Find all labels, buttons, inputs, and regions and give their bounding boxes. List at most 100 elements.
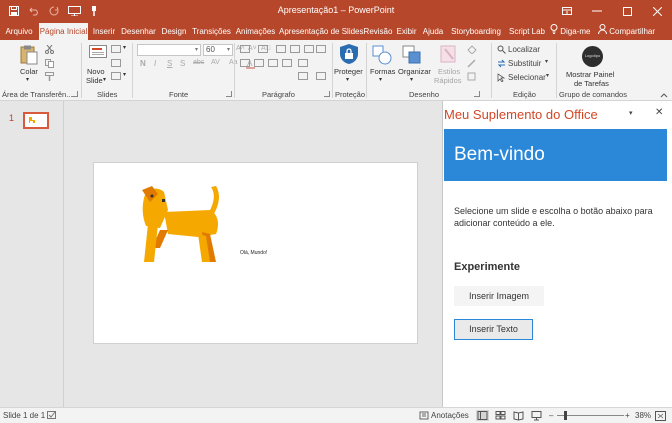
notes-button[interactable]: Anotações bbox=[431, 411, 469, 420]
clipboard-launcher-icon[interactable] bbox=[72, 91, 78, 97]
char-spacing-button[interactable]: AV bbox=[211, 59, 220, 66]
new-slide-dropdown-icon[interactable]: ▾ bbox=[103, 76, 106, 85]
replace-dropdown-icon[interactable]: ▾ bbox=[545, 58, 548, 65]
logo-icon[interactable]: Logotipo bbox=[582, 46, 603, 67]
new-slide-label-line1[interactable]: Novo bbox=[87, 67, 105, 76]
zoom-in-button[interactable]: + bbox=[625, 411, 630, 420]
accessibility-icon[interactable] bbox=[47, 411, 57, 422]
cut-icon[interactable] bbox=[45, 44, 54, 56]
new-slide-icon[interactable] bbox=[89, 45, 107, 63]
insert-image-button[interactable]: Inserir Imagem bbox=[454, 286, 544, 306]
paste-icon[interactable] bbox=[20, 45, 38, 67]
select-dropdown-icon[interactable]: ▾ bbox=[546, 72, 549, 79]
shapes-icon[interactable] bbox=[372, 45, 392, 67]
tab-storyboarding[interactable]: Storyboarding bbox=[448, 23, 504, 40]
align-text-icon[interactable] bbox=[298, 72, 308, 80]
find-label[interactable]: Localizar bbox=[508, 45, 540, 54]
tab-script-lab[interactable]: Script Lab bbox=[506, 23, 548, 40]
reading-view-icon[interactable] bbox=[512, 410, 525, 421]
collapse-ribbon-icon[interactable] bbox=[660, 91, 668, 100]
ribbon-display-icon[interactable] bbox=[552, 0, 582, 22]
zoom-level[interactable]: 38% bbox=[635, 411, 651, 420]
bold-button[interactable]: N bbox=[140, 59, 146, 68]
format-painter-icon[interactable] bbox=[45, 72, 54, 83]
fit-to-window-icon[interactable] bbox=[655, 411, 666, 423]
text-direction-icon[interactable] bbox=[298, 59, 308, 67]
insert-text-button[interactable]: Inserir Texto bbox=[454, 319, 533, 340]
font-size-combo[interactable]: 60 ▾ bbox=[203, 44, 233, 56]
increase-indent-icon[interactable] bbox=[290, 45, 300, 53]
drawing-launcher-icon[interactable] bbox=[474, 91, 480, 97]
select-label[interactable]: Selecionar bbox=[508, 73, 546, 82]
protect-label[interactable]: Proteger bbox=[334, 67, 363, 76]
shapes-dropdown-icon[interactable]: ▾ bbox=[379, 76, 382, 85]
slideshow-view-icon[interactable] bbox=[530, 410, 543, 421]
tab-desenhar[interactable]: Desenhar bbox=[119, 23, 158, 40]
zoom-slider-thumb[interactable] bbox=[564, 411, 567, 420]
section-dropdown-icon[interactable]: ▾ bbox=[123, 71, 126, 80]
protect-dropdown-icon[interactable]: ▾ bbox=[346, 76, 349, 85]
tab-exibir[interactable]: Exibir bbox=[395, 23, 418, 40]
tab-pagina-inicial[interactable]: Página Inicial bbox=[39, 23, 88, 40]
shape-effects-icon[interactable] bbox=[467, 72, 477, 83]
share-button[interactable]: Compartilhar bbox=[598, 23, 655, 40]
underline-button[interactable]: S bbox=[167, 59, 172, 68]
paste-dropdown-icon[interactable]: ▾ bbox=[26, 76, 29, 85]
dog-image[interactable] bbox=[138, 184, 230, 264]
reset-icon[interactable] bbox=[111, 59, 121, 67]
arrange-label[interactable]: Organizar bbox=[398, 67, 431, 76]
tab-transicoes[interactable]: Transições bbox=[191, 23, 232, 40]
tab-inserir[interactable]: Inserir bbox=[91, 23, 117, 40]
slide-thumbnail[interactable] bbox=[23, 112, 49, 129]
italic-button[interactable]: I bbox=[154, 59, 156, 68]
slide-sorter-icon[interactable] bbox=[494, 410, 507, 421]
font-name-combo[interactable]: ▾ bbox=[137, 44, 201, 56]
shape-outline-icon[interactable] bbox=[467, 59, 477, 70]
tell-me[interactable]: Diga-me bbox=[550, 23, 590, 40]
notes-icon[interactable] bbox=[419, 411, 429, 422]
zoom-slider[interactable] bbox=[557, 415, 624, 416]
show-taskpane-label-line1[interactable]: Mostrar Painel bbox=[566, 70, 614, 79]
slide-canvas[interactable]: Olá, Mundo! bbox=[93, 162, 418, 344]
layout-dropdown-icon[interactable]: ▾ bbox=[123, 44, 126, 53]
tab-arquivo[interactable]: Arquivo bbox=[2, 23, 36, 40]
line-spacing-icon[interactable] bbox=[304, 45, 314, 53]
smartart-icon[interactable] bbox=[316, 72, 326, 80]
replace-label[interactable]: Substituir bbox=[508, 59, 541, 68]
tab-design[interactable]: Design bbox=[160, 23, 188, 40]
minimize-icon[interactable] bbox=[582, 0, 612, 22]
arrange-dropdown-icon[interactable]: ▾ bbox=[410, 76, 413, 85]
show-taskpane-label-line2[interactable]: de Tarefas bbox=[574, 79, 609, 88]
find-icon[interactable] bbox=[497, 45, 506, 56]
align-left-icon[interactable] bbox=[240, 59, 250, 67]
font-launcher-icon[interactable] bbox=[226, 91, 232, 97]
normal-view-icon[interactable] bbox=[476, 410, 489, 421]
protect-icon[interactable] bbox=[339, 43, 359, 67]
decrease-indent-icon[interactable] bbox=[276, 45, 286, 53]
select-icon[interactable] bbox=[497, 73, 506, 84]
task-pane-close-icon[interactable]: ✕ bbox=[655, 107, 663, 118]
tab-ajuda[interactable]: Ajuda bbox=[421, 23, 445, 40]
layout-icon[interactable] bbox=[111, 45, 121, 53]
new-slide-label-line2[interactable]: Slide bbox=[86, 76, 103, 85]
strikethrough-button[interactable]: abc bbox=[193, 59, 204, 66]
quick-styles-icon[interactable] bbox=[440, 45, 458, 67]
bullets-icon[interactable] bbox=[240, 45, 250, 53]
shape-fill-icon[interactable] bbox=[467, 45, 477, 56]
paragraph-launcher-icon[interactable] bbox=[324, 91, 330, 97]
zoom-out-button[interactable]: – bbox=[549, 411, 553, 420]
numbering-icon[interactable] bbox=[258, 45, 268, 53]
close-icon[interactable] bbox=[642, 0, 672, 22]
columns-icon[interactable] bbox=[316, 45, 326, 53]
quick-styles-label-line2[interactable]: Rápidos bbox=[434, 76, 462, 85]
replace-icon[interactable] bbox=[497, 59, 506, 70]
shapes-label[interactable]: Formas bbox=[370, 67, 395, 76]
align-right-icon[interactable] bbox=[268, 59, 278, 67]
paste-label[interactable]: Colar bbox=[20, 67, 38, 76]
tab-revisao[interactable]: Revisão bbox=[363, 23, 393, 40]
quick-styles-label-line1[interactable]: Estilos bbox=[438, 67, 460, 76]
task-pane-options-icon[interactable]: ▾ bbox=[629, 109, 633, 117]
copy-icon[interactable] bbox=[45, 59, 54, 70]
shadow-button[interactable]: S bbox=[180, 59, 185, 68]
align-center-icon[interactable] bbox=[254, 59, 264, 67]
